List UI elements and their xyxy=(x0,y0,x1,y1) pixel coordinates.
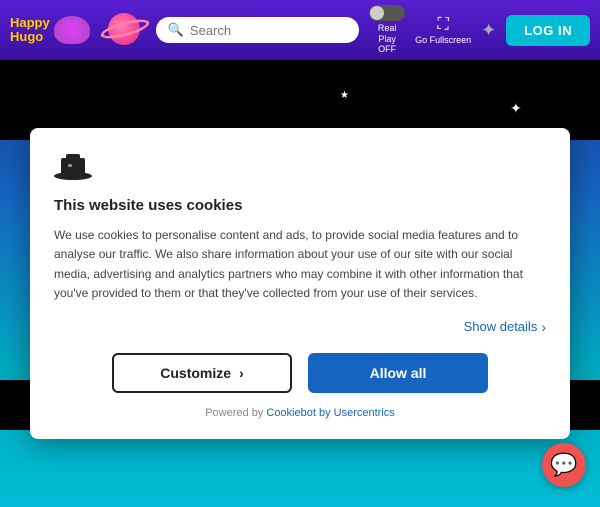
cookie-button-row: Customize › Allow all xyxy=(54,353,546,393)
toggle-label: Real Play OFF xyxy=(378,23,397,55)
logo-brain-icon xyxy=(54,16,90,44)
logo-area: Happy Hugo xyxy=(10,16,90,45)
toggle-knob xyxy=(370,6,384,20)
search-input[interactable] xyxy=(190,23,347,38)
real-play-toggle[interactable]: Real Play OFF xyxy=(369,5,405,55)
search-icon: 🔍 xyxy=(168,22,184,38)
site-header: Happy Hugo 🔍 Real Play OFF ⛶ Go Fullscre… xyxy=(0,0,600,60)
planet-decoration xyxy=(100,5,150,55)
fullscreen-label: Go Fullscreen xyxy=(415,35,471,45)
show-details-row: Show details › xyxy=(54,319,546,335)
cookiebot-link[interactable]: Cookiebot by Usercentrics xyxy=(266,407,394,419)
show-details-link[interactable]: Show details › xyxy=(464,319,546,335)
chat-button[interactable]: 💬 xyxy=(542,443,586,487)
toggle-switch[interactable] xyxy=(369,5,405,21)
cookie-hat-icon xyxy=(54,152,92,180)
customize-button[interactable]: Customize › xyxy=(112,353,292,393)
cookie-modal-body: We use cookies to personalise content an… xyxy=(54,226,546,303)
show-details-label: Show details xyxy=(464,319,538,334)
modal-overlay: This website uses cookies We use cookies… xyxy=(0,60,600,507)
fullscreen-button[interactable]: ⛶ Go Fullscreen xyxy=(415,16,471,45)
customize-chevron-icon: › xyxy=(239,365,244,381)
cookie-consent-modal: This website uses cookies We use cookies… xyxy=(30,128,570,439)
fullscreen-icon: ⛶ xyxy=(438,16,449,34)
favorite-star-icon: ✦ xyxy=(481,20,496,41)
powered-by-text: Powered by Cookiebot by Usercentrics xyxy=(54,407,546,419)
logo-text: Happy Hugo xyxy=(10,16,50,45)
chevron-right-icon: › xyxy=(541,319,546,335)
chat-icon: 💬 xyxy=(550,452,577,478)
allow-all-button[interactable]: Allow all xyxy=(308,353,488,393)
login-button[interactable]: LOG IN xyxy=(506,15,590,46)
search-bar[interactable]: 🔍 xyxy=(156,17,359,43)
cookie-modal-title: This website uses cookies xyxy=(54,197,546,214)
